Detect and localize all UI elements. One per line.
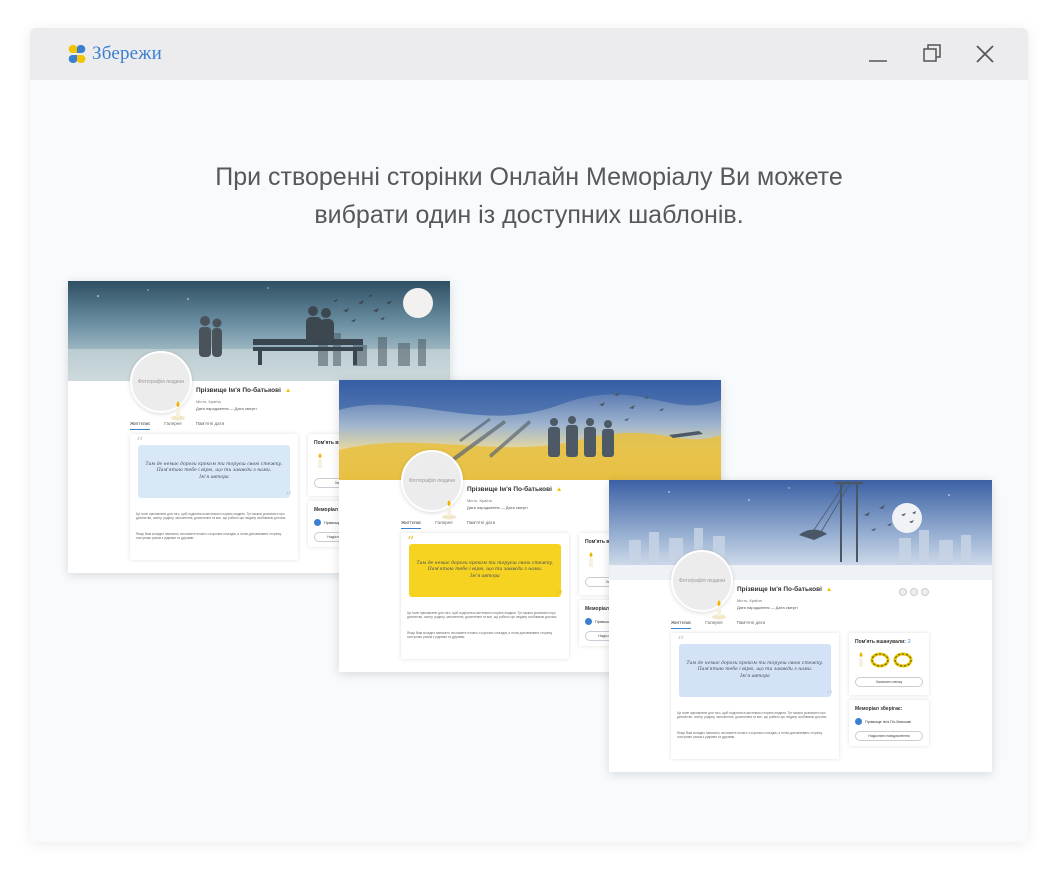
candle-small-icon: ▲	[284, 387, 292, 394]
quote-close-icon: ”	[555, 589, 563, 605]
banner-image	[339, 380, 721, 480]
biography-panel: “ Там де немає дороги кроком ти торуєш с…	[401, 533, 569, 659]
tributes-row	[855, 651, 913, 669]
title-bar: Збережи	[30, 28, 1028, 80]
close-button[interactable]	[973, 42, 997, 66]
tab-dates[interactable]: Пам'ятні дати	[196, 421, 225, 430]
tab-biography[interactable]: Життєпис	[401, 520, 422, 529]
logo-text: Збережи	[92, 43, 162, 64]
tab-gallery[interactable]: Галерея	[705, 620, 722, 629]
page-heading: При створенні сторінки Онлайн Меморіалу …	[30, 158, 1028, 234]
candle-icon	[712, 600, 726, 620]
app-window: Збережи При створенні сторінки Онлайн Ме…	[30, 28, 1028, 842]
person-name: Прізвище Ім'я По-батькові ▲	[196, 387, 292, 394]
user-avatar-icon	[585, 618, 592, 625]
mail-icon[interactable]	[921, 588, 929, 596]
action-icons	[899, 588, 929, 596]
tab-gallery[interactable]: Галерея	[164, 421, 181, 430]
close-icon	[976, 45, 994, 63]
user-avatar-icon	[314, 519, 321, 526]
bio-paragraph-1: Це поле призначене для того, щоб поділит…	[136, 512, 287, 521]
candle-small-icon: ▲	[555, 486, 563, 493]
tab-dates[interactable]: Пам'ятні дати	[737, 620, 766, 629]
quote-author: Ім'я автора	[199, 474, 229, 480]
template-preview-3[interactable]: Фотографія людини Прізвище Ім'я По-батьк…	[609, 480, 992, 772]
quote-author: Ім'я автора	[740, 673, 770, 679]
minimize-button[interactable]	[866, 42, 890, 66]
heading-line-2: вибрати один із доступних шаблонів.	[314, 201, 744, 229]
candle-icon	[589, 552, 593, 567]
wreath-icon	[870, 652, 890, 668]
wreath-icon	[893, 652, 913, 668]
biography-panel: “ Там де немає дороги кроком ти торуєш с…	[130, 434, 298, 560]
bio-paragraph-1: Це поле призначене для того, щоб поділит…	[407, 611, 558, 620]
keeper-title: Меморіал зберігає:	[855, 706, 903, 712]
quote-text: Там де немає дороги кроком ти торуєш сво…	[416, 561, 554, 573]
biography-panel: “ Там де немає дороги кроком ти торуєш с…	[671, 633, 839, 759]
send-message-button[interactable]: Надіслати повідомлення	[855, 731, 923, 741]
tab-dates[interactable]: Пам'ятні дати	[467, 520, 496, 529]
tab-gallery[interactable]: Галерея	[435, 520, 452, 529]
link-icon[interactable]	[899, 588, 907, 596]
dates-text: Дата народження — Дата смерті	[737, 605, 798, 610]
candle-icon	[442, 500, 456, 520]
dates-text: Дата народження — Дата смерті	[196, 406, 257, 411]
profile-tabs: Життєпис Галерея Пам'ятні дати	[401, 520, 495, 529]
profile-tabs: Життєпис Галерея Пам'ятні дати	[671, 620, 765, 629]
tributes-row	[314, 452, 326, 470]
restore-icon	[923, 44, 941, 62]
light-candle-button[interactable]: Запалити свічку	[855, 677, 923, 687]
user-avatar-icon	[855, 718, 862, 725]
quote-close-icon: ”	[825, 689, 833, 705]
quote-block: Там де немає дороги кроком ти торуєш сво…	[138, 445, 290, 498]
minimize-icon	[869, 60, 887, 62]
place-text: Місто, Країна	[196, 399, 221, 404]
person-name: Прізвище Ім'я По-батькові ▲	[737, 586, 833, 593]
bio-paragraph-2: Якщо Вам складно написати, ви можете поч…	[407, 631, 553, 640]
app-logo: Збережи	[64, 41, 162, 67]
candle-small-icon: ▲	[825, 586, 833, 593]
quote-block: Там де немає дороги кроком ти торуєш сво…	[679, 644, 831, 697]
share-icon[interactable]	[910, 588, 918, 596]
keeper-person: Прізвище Ім'я По-батькові	[855, 718, 911, 725]
place-text: Місто, Країна	[737, 598, 762, 603]
banner-image	[68, 281, 450, 381]
heading-line-1: При створенні сторінки Онлайн Меморіалу …	[215, 163, 843, 191]
tab-biography[interactable]: Життєпис	[130, 421, 151, 430]
quote-author: Ім'я автора	[470, 573, 500, 579]
tributes-row	[585, 551, 597, 569]
quote-text: Там де немає дороги кроком ти торуєш сво…	[686, 661, 824, 673]
bio-paragraph-1: Це поле призначене для того, щоб поділит…	[677, 711, 828, 720]
quote-text: Там де немає дороги кроком ти торуєш сво…	[145, 462, 283, 474]
person-name: Прізвище Ім'я По-батькові ▲	[467, 486, 563, 493]
candle-icon	[859, 652, 863, 667]
restore-button[interactable]	[920, 42, 944, 66]
dates-text: Дата народження — Дата смерті	[467, 505, 528, 510]
tab-biography[interactable]: Життєпис	[671, 620, 692, 629]
profile-tabs: Життєпис Галерея Пам'ятні дати	[130, 421, 224, 430]
tributes-title: Пом'ять вшанували: 2	[855, 639, 911, 645]
bio-paragraph-2: Якщо Вам складно написати, ви можете поч…	[136, 532, 282, 541]
place-text: Місто, Країна	[467, 498, 492, 503]
keeper-panel: Меморіал зберігає: Прізвище Ім'я По-бать…	[849, 700, 929, 746]
candle-icon	[171, 401, 185, 421]
logo-icon	[68, 45, 86, 63]
quote-close-icon: ”	[284, 490, 292, 506]
banner-image	[609, 480, 992, 580]
bio-paragraph-2: Якщо Вам складно написати, ви можете поч…	[677, 731, 823, 740]
candle-icon	[318, 453, 322, 468]
quote-block: Там де немає дороги кроком ти торуєш сво…	[409, 544, 561, 597]
tributes-panel: Пом'ять вшанували: 2 Запалити свічку	[849, 633, 929, 695]
